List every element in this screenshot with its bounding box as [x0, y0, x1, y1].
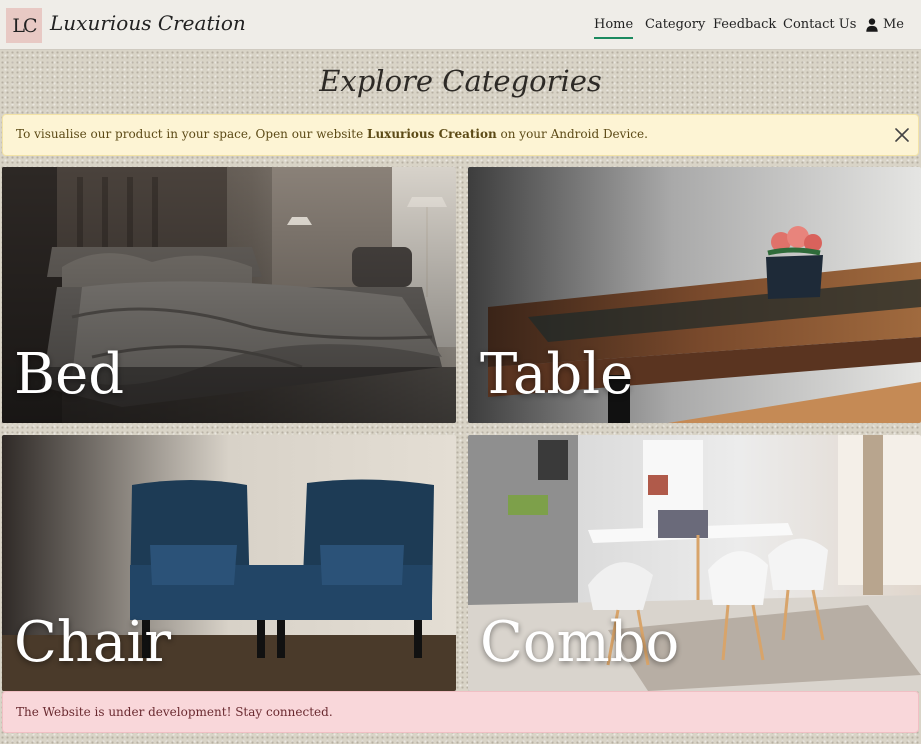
nav-home[interactable]: Home	[594, 17, 634, 39]
nav-feedback[interactable]: Feedback	[713, 17, 776, 32]
android-info-alert: To visualise our product in your space, …	[2, 114, 919, 156]
category-label-combo: Combo	[480, 610, 680, 675]
close-icon[interactable]	[895, 128, 909, 142]
alert-text-after: on your Android Device.	[496, 127, 648, 141]
person-icon[interactable]	[866, 18, 878, 32]
category-card-chair[interactable]: Chair	[2, 435, 456, 691]
nav-me[interactable]: Me	[883, 17, 904, 32]
navbar: LC Luxurious Creation Home Category Feed…	[0, 0, 921, 50]
category-card-table[interactable]: Table	[468, 167, 921, 423]
nav-category[interactable]: Category	[645, 17, 705, 32]
brand-name[interactable]: Luxurious Creation	[50, 11, 246, 35]
category-label-bed: Bed	[14, 342, 125, 407]
nav-contact-us[interactable]: Contact Us	[783, 17, 856, 32]
category-label-chair: Chair	[14, 610, 171, 675]
category-card-combo[interactable]: Combo	[468, 435, 921, 691]
development-alert-text: The Website is under development! Stay c…	[16, 705, 333, 719]
alert-text-before: To visualise our product in your space, …	[16, 127, 367, 141]
category-card-bed[interactable]: Bed	[2, 167, 456, 423]
page-title: Explore Categories	[319, 64, 602, 98]
alert-brand: Luxurious Creation	[367, 127, 497, 141]
logo[interactable]: LC	[6, 8, 42, 43]
category-label-table: Table	[480, 342, 634, 407]
development-alert: The Website is under development! Stay c…	[2, 691, 919, 733]
